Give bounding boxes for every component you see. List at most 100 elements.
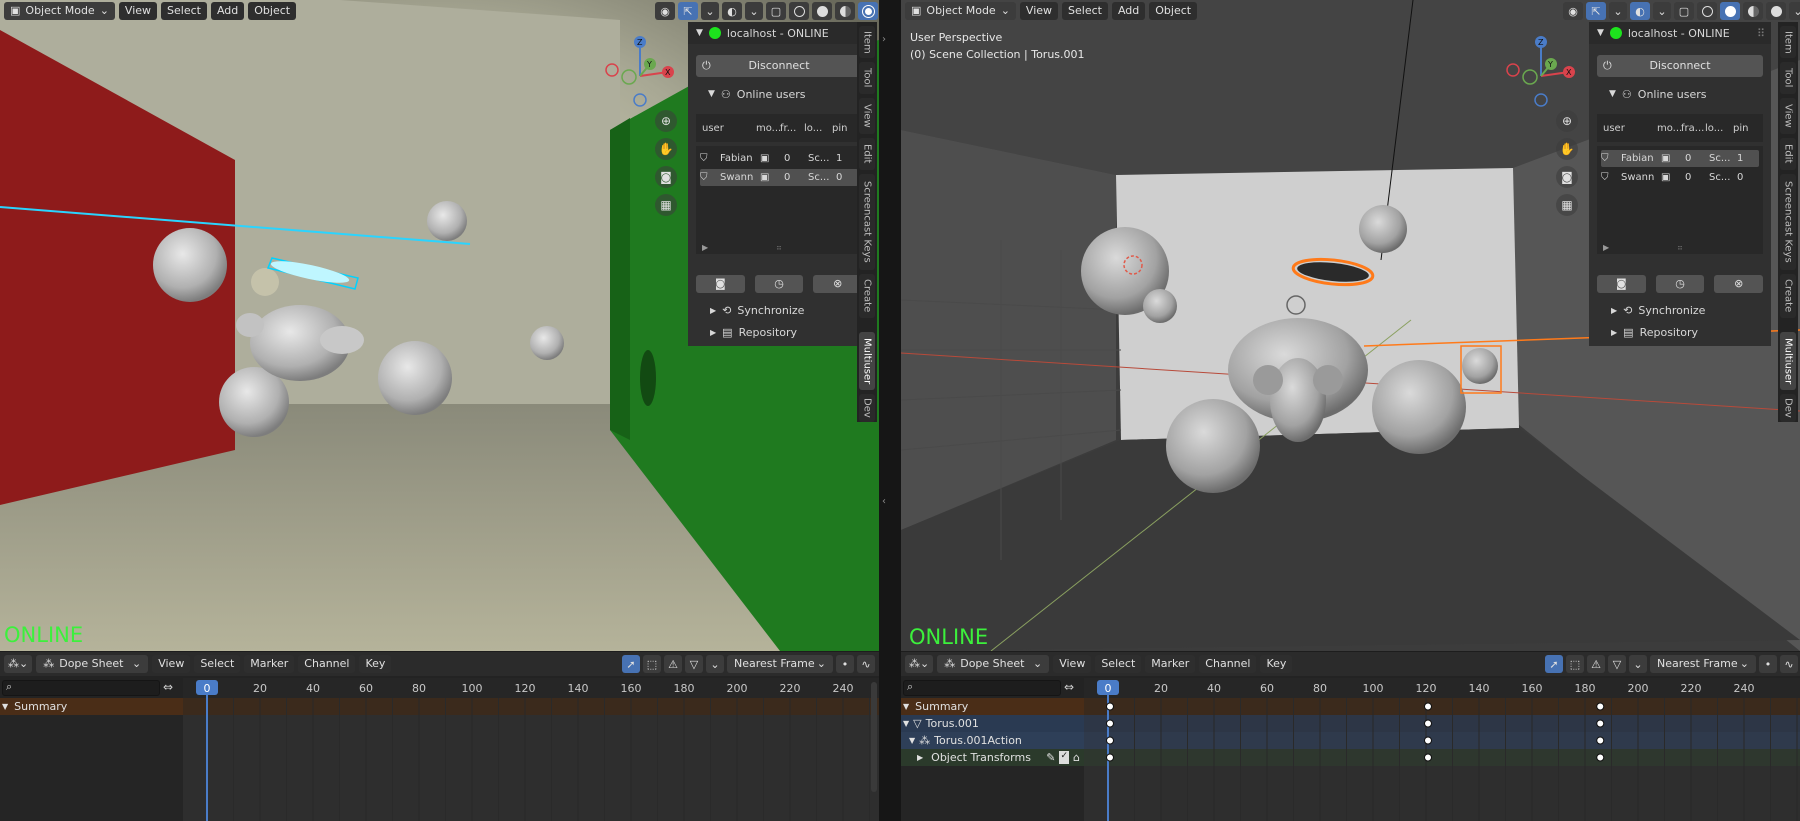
material-shading-icon[interactable] [835,2,855,20]
tab-multiuser[interactable]: Multiuser [1780,332,1796,390]
tab-item[interactable]: Item [1780,26,1796,58]
proportional-edit-icon[interactable]: • [1759,655,1777,673]
area-divider[interactable]: › ‹ [879,0,901,821]
right-dope-menu-key[interactable]: Key [1260,655,1293,673]
resize-handle-icon[interactable]: ⠶ [1677,243,1683,252]
chevron-right-icon[interactable]: › [882,34,886,45]
keyframe[interactable] [1106,753,1114,762]
show-hidden-icon[interactable]: ⬚ [643,655,661,673]
right-online-users-header[interactable]: ▼ ⚇ Online users [1589,86,1771,102]
keyframe[interactable] [1424,702,1432,711]
solid-shading-icon[interactable] [812,2,832,20]
left-dope-mode-dropdown[interactable]: ⁂ Dope Sheet ⌄ [36,655,149,673]
left-snap-dropdown[interactable]: Nearest Frame ⌄ [727,655,833,673]
disclosure-right-icon[interactable]: ▶ [1603,243,1609,252]
chevron-left-icon[interactable]: ‹ [882,496,886,507]
left-timeline[interactable]: 20 40 60 80 100 120 140 160 180 200 220 240 0 [183,678,879,821]
filter-icon[interactable]: ▽ [1608,655,1626,673]
right-timeline[interactable]: 20 40 60 80 100 120 140 160 180 200 220 240 0 [1084,678,1800,821]
tab-multiuser[interactable]: Multiuser [859,332,875,390]
swap-icon[interactable]: ⇔ [163,680,173,694]
left-search-input[interactable]: ⌕ [2,680,160,696]
only-errors-icon[interactable]: ⚠ [1587,655,1605,673]
tab-screencast-keys[interactable]: Screencast Keys [859,174,875,270]
left-dope-menu-channel[interactable]: Channel [298,655,356,673]
user-row[interactable]: ⛉ Swann ▣ 0 Sc... 0 [700,169,858,186]
channel-row[interactable]: ▼ Summary [901,698,1084,715]
right-3d-viewport[interactable]: ▣ Object Mode ⌄ View Select Add Object ◉… [901,0,1800,651]
rendered-shading-icon[interactable] [858,2,878,20]
left-menu-view[interactable]: View [118,2,158,20]
camera-icon[interactable]: ◙ [1597,275,1646,293]
zoom-icon[interactable]: ⊕ [1556,110,1578,132]
chevron-down-icon[interactable]: ⌄ [1609,2,1627,20]
right-disconnect-button[interactable]: ⏻ Disconnect [1597,55,1763,77]
tab-screencast-keys[interactable]: Screencast Keys [1780,174,1796,270]
left-scrollbar[interactable] [871,682,877,792]
left-3d-viewport[interactable]: ▣ Object Mode ⌄ View Select Add Object ◉… [0,0,879,651]
tab-item[interactable]: Item [859,26,875,58]
left-menu-select[interactable]: Select [161,2,207,20]
rendered-shading-icon[interactable] [1766,2,1786,20]
disclosure-right-icon[interactable]: ▶ [702,243,708,252]
editor-type-icon[interactable]: ⁂⌄ [905,655,934,673]
filter-icon[interactable]: ▽ [685,655,703,673]
left-dope-menu-view[interactable]: View [152,655,191,673]
left-synchronize-section[interactable]: ▶ ⟲ Synchronize [688,301,870,319]
chevron-down-icon[interactable]: ⌄ [706,655,724,673]
left-dope-menu-marker[interactable]: Marker [244,655,295,673]
gizmo-toggle-icon[interactable]: ⇱ [1586,2,1606,20]
lock-icon[interactable]: ⌂ [1073,751,1080,764]
left-dope-menu-key[interactable]: Key [359,655,392,673]
right-dope-mode-dropdown[interactable]: ⁂ Dope Sheet ⌄ [937,655,1050,673]
falloff-icon[interactable]: ∿ [857,655,875,673]
tab-create[interactable]: Create [1780,274,1796,318]
user-row[interactable]: ⛉ Fabian ▣ 0 Sc... 1 [1601,150,1759,167]
kick-icon[interactable]: ⊗ [813,275,863,293]
overlay-toggle-icon[interactable]: ◐ [722,2,742,20]
keyframe[interactable] [1106,719,1114,728]
show-hidden-icon[interactable]: ⬚ [1566,655,1584,673]
keyframe[interactable] [1596,719,1605,728]
pan-hand-icon[interactable]: ✋ [655,138,677,160]
right-menu-object[interactable]: Object [1149,2,1198,20]
left-menu-add[interactable]: Add [210,2,245,20]
only-selected-icon[interactable]: ➚ [622,655,640,673]
xray-toggle-icon[interactable]: ▢ [1674,2,1694,20]
keyframe[interactable] [1106,736,1114,745]
chevron-down-icon[interactable]: ⌄ [701,2,719,20]
time-icon[interactable]: ◷ [1655,275,1705,293]
proportional-edit-icon[interactable]: • [836,655,854,673]
zoom-icon[interactable]: ⊕ [655,110,677,132]
keyframe[interactable] [1596,702,1605,711]
xray-toggle-icon[interactable]: ▢ [766,2,786,20]
chevron-down-icon[interactable]: ⌄ [745,2,763,20]
only-selected-icon[interactable]: ➚ [1545,655,1563,673]
tab-tool[interactable]: Tool [1780,62,1796,94]
material-shading-icon[interactable] [1743,2,1763,20]
tab-tool[interactable]: Tool [859,62,875,94]
left-dope-menu-select[interactable]: Select [194,655,241,673]
right-dope-menu-view[interactable]: View [1053,655,1092,673]
left-repository-section[interactable]: ▶ ▤ Repository [688,323,870,341]
drag-handle-icon[interactable]: ⠿ [1757,27,1765,40]
chevron-down-icon[interactable]: ⌄ [1629,655,1647,673]
solid-shading-icon[interactable] [1720,2,1740,20]
right-search-input[interactable]: ⌕ [903,680,1061,696]
grid-perspective-icon[interactable]: ▦ [1556,194,1578,216]
tab-view[interactable]: View [1780,98,1796,134]
channel-row[interactable]: ▼ ▽ Torus.001 [901,715,1084,732]
right-snap-dropdown[interactable]: Nearest Frame ⌄ [1650,655,1756,673]
keyframe[interactable] [1424,736,1432,745]
left-disconnect-button[interactable]: ⏻ Disconnect [696,55,862,77]
camera-view-icon[interactable]: ◙ [1556,166,1578,188]
left-menu-object[interactable]: Object [248,2,297,20]
tab-dev[interactable]: Dev [859,394,875,422]
right-synchronize-section[interactable]: ▶ ⟲ Synchronize [1589,301,1771,319]
time-icon[interactable]: ◷ [754,275,804,293]
overlay-toggle-icon[interactable]: ◐ [1630,2,1650,20]
tab-edit[interactable]: Edit [1780,138,1796,170]
visibility-icon[interactable]: ◉ [1563,2,1583,20]
channel-row[interactable]: ▼ Summary [0,698,183,715]
right-menu-view[interactable]: View [1019,2,1059,20]
